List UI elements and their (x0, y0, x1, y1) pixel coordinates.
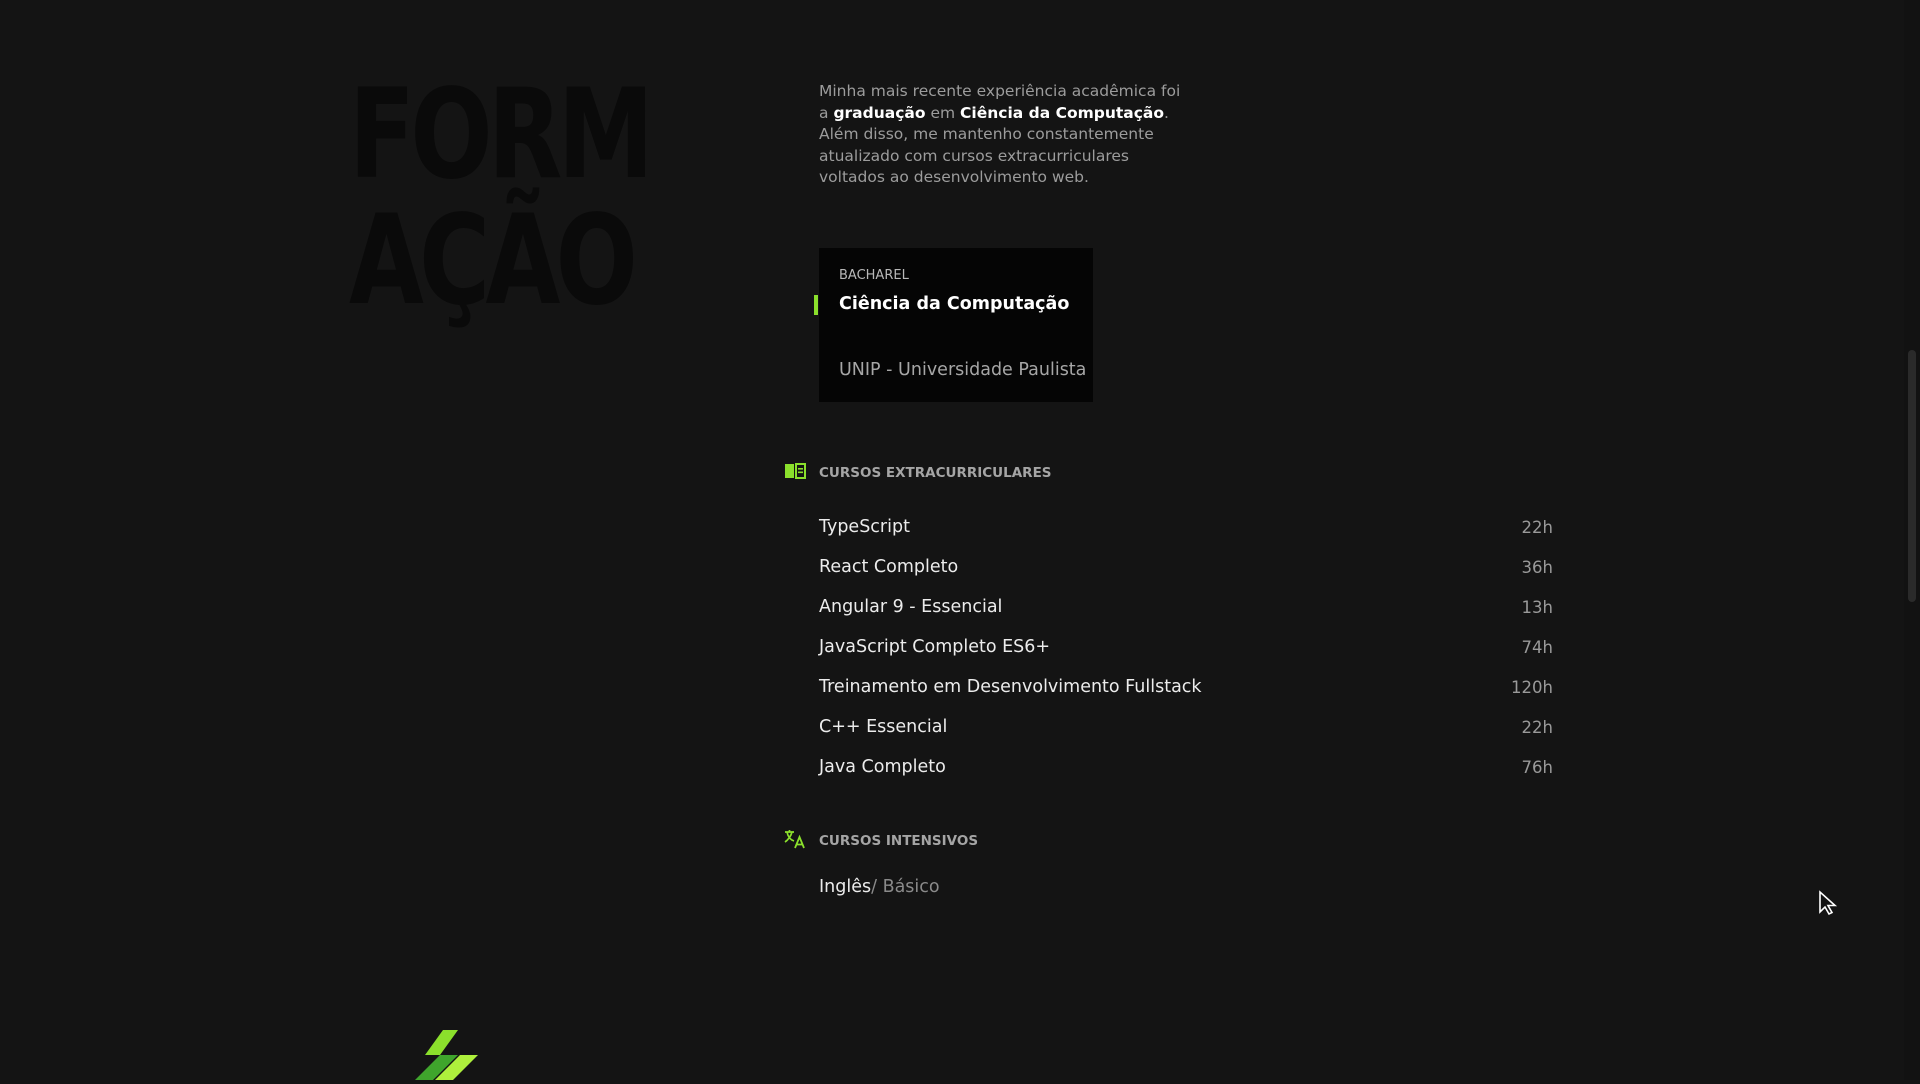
course-name: Treinamento em Desenvolvimento Fullstack (819, 677, 1202, 697)
decorative-stripes (380, 1025, 500, 1084)
course-item: C++ Essencial 22h (819, 707, 1553, 747)
course-name: React Completo (819, 557, 959, 577)
scrollbar[interactable] (1904, 0, 1920, 1080)
course-name: Java Completo (819, 757, 946, 777)
intensive-header: CURSOS INTENSIVOS (784, 829, 978, 853)
language-name: Inglês (819, 877, 872, 897)
translate-icon (784, 829, 806, 853)
course-name: TypeScript (819, 517, 910, 537)
section-title: FORM AÇÃO (349, 72, 654, 324)
mouse-cursor-icon (1818, 890, 1840, 920)
language-item: Inglês/ Básico (819, 877, 940, 897)
course-item: Angular 9 - Essencial 13h (819, 587, 1553, 627)
course-item: Treinamento em Desenvolvimento Fullstack… (819, 667, 1553, 707)
section-title-line2: AÇÃO (349, 189, 638, 333)
course-item: React Completo 36h (819, 547, 1553, 587)
language-level: / Básico (871, 877, 940, 897)
course-item: TypeScript 22h (819, 507, 1553, 547)
intensive-label: CURSOS INTENSIVOS (819, 833, 979, 849)
course-hours: 22h (1521, 517, 1553, 537)
course-hours: 120h (1511, 677, 1553, 697)
course-hours: 76h (1521, 757, 1553, 777)
degree-card: BACHAREL Ciência da Computação UNIP - Un… (814, 248, 1093, 402)
degree-name: Ciência da Computação (839, 294, 1070, 314)
course-hours: 74h (1521, 637, 1553, 657)
intro-bold-graduation: graduação (833, 103, 926, 122)
intro-bold-course: Ciência da Computação (960, 103, 1165, 122)
course-name: C++ Essencial (819, 717, 948, 737)
course-hours: 36h (1521, 557, 1553, 577)
degree-accent-bar (814, 295, 818, 315)
course-hours: 13h (1521, 597, 1553, 617)
degree-school: UNIP - Universidade Paulista (839, 360, 1087, 380)
course-item: JavaScript Completo ES6+ 74h (819, 627, 1553, 667)
extracurricular-header: CURSOS EXTRACURRICULARES (784, 461, 1052, 485)
intro-paragraph: Minha mais recente experiência acadêmica… (819, 81, 1184, 189)
intro-text-2: em (925, 103, 961, 122)
book-icon (784, 461, 806, 485)
course-name: JavaScript Completo ES6+ (819, 637, 1051, 657)
course-item: Java Completo 76h (819, 747, 1553, 787)
extracurricular-course-list: TypeScript 22h React Completo 36h Angula… (819, 507, 1553, 787)
section-title-line1: FORM (349, 63, 654, 207)
course-hours: 22h (1521, 717, 1553, 737)
scrollbar-thumb[interactable] (1908, 350, 1916, 602)
extracurricular-label: CURSOS EXTRACURRICULARES (819, 465, 1052, 481)
degree-type: BACHAREL (839, 268, 909, 283)
course-name: Angular 9 - Essencial (819, 597, 1003, 617)
